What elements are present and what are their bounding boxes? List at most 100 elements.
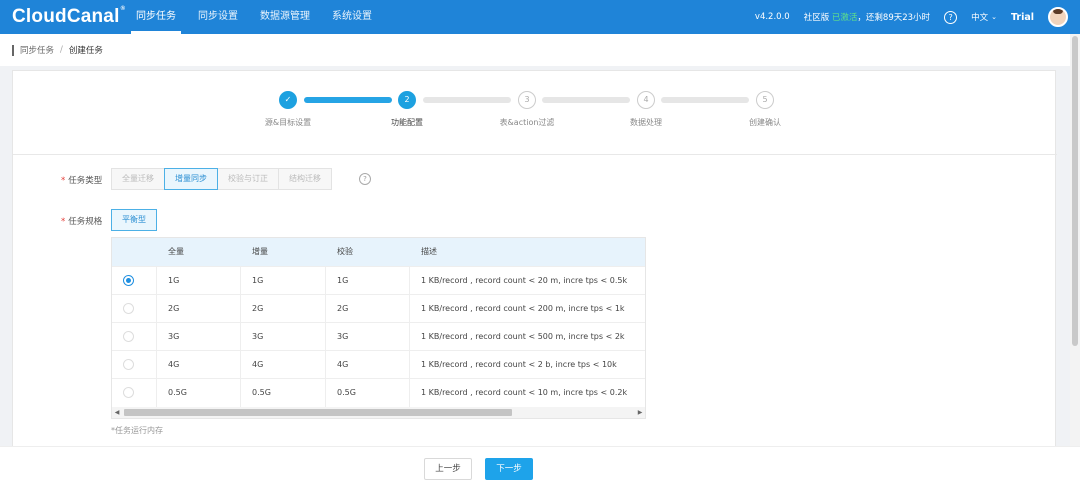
column-divider: [325, 351, 326, 379]
breadcrumb-separator: /: [60, 45, 63, 55]
nav-system-settings[interactable]: 系统设置: [321, 0, 383, 34]
column-divider: [325, 267, 326, 295]
cell-full: 3G: [168, 332, 180, 341]
column-divider: [409, 323, 410, 351]
header-description: 描述: [421, 247, 437, 256]
task-type-selector: 全量迁移 增量同步 校验与订正 结构迁移: [111, 168, 332, 190]
step-3-circle: 3: [518, 91, 536, 109]
table-row[interactable]: 1G 1G 1G 1 KB/record , record count < 20…: [112, 266, 645, 295]
nav-datasource-management[interactable]: 数据源管理: [249, 0, 321, 34]
task-type-schema-migration[interactable]: 结构迁移: [278, 168, 332, 190]
header-verify: 校验: [337, 247, 353, 256]
chevron-down-icon: ⌄: [991, 13, 997, 21]
step-connector-1: [304, 97, 392, 103]
next-step-button[interactable]: 下一步: [485, 458, 533, 480]
language-switcher[interactable]: 中文 ⌄: [971, 11, 997, 23]
edition-info: 社区版 已激活，还剩89天23小时: [803, 13, 931, 23]
cell-description: 1 KB/record , record count < 500 m, incr…: [421, 332, 625, 341]
column-divider: [409, 295, 410, 323]
cell-full: 1G: [168, 276, 180, 285]
step-4-circle: 4: [637, 91, 655, 109]
cell-verify: 4G: [337, 360, 349, 369]
spec-radio[interactable]: [123, 387, 134, 398]
scroll-right-icon[interactable]: ▶: [635, 407, 645, 418]
step-5-circle: 5: [756, 91, 774, 109]
step-4-label: 数据处理: [630, 118, 662, 127]
step-1-label: 源&目标设置: [264, 118, 312, 127]
cell-incremental: 1G: [252, 276, 264, 285]
cell-description: 1 KB/record , record count < 2 b, incre …: [421, 360, 617, 369]
cell-incremental: 4G: [252, 360, 264, 369]
cell-verify: 0.5G: [337, 388, 356, 397]
page-vertical-scrollbar[interactable]: [1070, 34, 1080, 489]
cell-full: 0.5G: [168, 388, 187, 397]
cell-incremental: 2G: [252, 304, 264, 313]
scrollbar-thumb[interactable]: [1072, 36, 1078, 346]
cell-incremental: 0.5G: [252, 388, 271, 397]
breadcrumb-marker: [12, 44, 14, 56]
user-name[interactable]: Trial: [1011, 12, 1034, 23]
column-divider: [409, 267, 410, 295]
scrollbar-thumb[interactable]: [124, 409, 512, 416]
task-type-full-migration[interactable]: 全量迁移: [111, 168, 165, 190]
cell-incremental: 3G: [252, 332, 264, 341]
column-divider: [156, 323, 157, 351]
task-spec-label: * 任务规格: [61, 217, 103, 227]
column-divider: [240, 379, 241, 407]
table-horizontal-scrollbar[interactable]: ◀ ▶: [112, 407, 645, 418]
footer-actions: 上一步 下一步: [0, 446, 1080, 489]
table-row[interactable]: 3G 3G 3G 1 KB/record , record count < 50…: [112, 322, 645, 351]
column-divider: [240, 267, 241, 295]
cell-full: 4G: [168, 360, 180, 369]
breadcrumb: 同步任务 / 创建任务: [0, 34, 1080, 66]
spec-radio-selected[interactable]: [123, 275, 134, 286]
task-type-label: * 任务类型: [61, 176, 103, 186]
previous-step-button[interactable]: 上一步: [424, 458, 472, 480]
memory-note: *任务运行内存: [111, 426, 163, 435]
spec-radio[interactable]: [123, 359, 134, 370]
step-2-circle: 2: [398, 91, 416, 109]
table-row[interactable]: 4G 4G 4G 1 KB/record , record count < 2 …: [112, 350, 645, 379]
cell-description: 1 KB/record , record count < 20 m, incre…: [421, 276, 628, 285]
cell-verify: 3G: [337, 332, 349, 341]
header-incremental: 增量: [252, 247, 268, 256]
nav-sync-tasks[interactable]: 同步任务: [125, 0, 187, 34]
help-icon[interactable]: ?: [944, 10, 958, 24]
step-indicator: ✓ 2 3 4 5 源&目标设置 功能配置 表&action过滤 数据处理 创建…: [13, 71, 1057, 155]
create-task-card: ✓ 2 3 4 5 源&目标设置 功能配置 表&action过滤 数据处理 创建…: [12, 70, 1057, 450]
table-row[interactable]: 2G 2G 2G 1 KB/record , record count < 20…: [112, 294, 645, 323]
column-divider: [240, 351, 241, 379]
avatar[interactable]: [1048, 7, 1068, 27]
spec-radio[interactable]: [123, 331, 134, 342]
step-2-label: 功能配置: [391, 118, 423, 127]
spec-radio[interactable]: [123, 303, 134, 314]
column-divider: [240, 323, 241, 351]
cell-verify: 2G: [337, 304, 349, 313]
column-divider: [156, 379, 157, 407]
step-connector-2: [423, 97, 511, 103]
step-1-check-icon: ✓: [279, 91, 297, 109]
column-divider: [325, 295, 326, 323]
breadcrumb-current: 创建任务: [68, 46, 103, 56]
column-divider: [409, 379, 410, 407]
spec-table-header: 全量 增量 校验 描述: [112, 238, 645, 266]
cell-description: 1 KB/record , record count < 200 m, incr…: [421, 304, 625, 313]
cell-full: 2G: [168, 304, 180, 313]
column-divider: [156, 351, 157, 379]
app-logo[interactable]: CloudCanal®: [12, 6, 125, 28]
activation-status: 已激活: [831, 13, 858, 23]
version-label: v4.2.0.0: [754, 12, 790, 22]
top-right-area: v4.2.0.0 社区版 已激活，还剩89天23小时 ? 中文 ⌄ Trial: [755, 0, 1080, 34]
nav-sync-settings[interactable]: 同步设置: [187, 0, 249, 34]
task-type-help-icon[interactable]: ?: [359, 173, 371, 185]
column-divider: [240, 295, 241, 323]
column-divider: [156, 295, 157, 323]
main-nav: 同步任务 同步设置 数据源管理 系统设置: [125, 0, 383, 34]
task-type-verify-correct[interactable]: 校验与订正: [217, 168, 279, 190]
task-spec-balanced-button[interactable]: 平衡型: [111, 209, 157, 231]
task-type-incremental-sync[interactable]: 增量同步: [164, 168, 218, 190]
cell-verify: 1G: [337, 276, 349, 285]
scroll-left-icon[interactable]: ◀: [112, 407, 122, 418]
breadcrumb-parent[interactable]: 同步任务: [20, 44, 54, 56]
table-row[interactable]: 0.5G 0.5G 0.5G 1 KB/record , record coun…: [112, 378, 645, 407]
